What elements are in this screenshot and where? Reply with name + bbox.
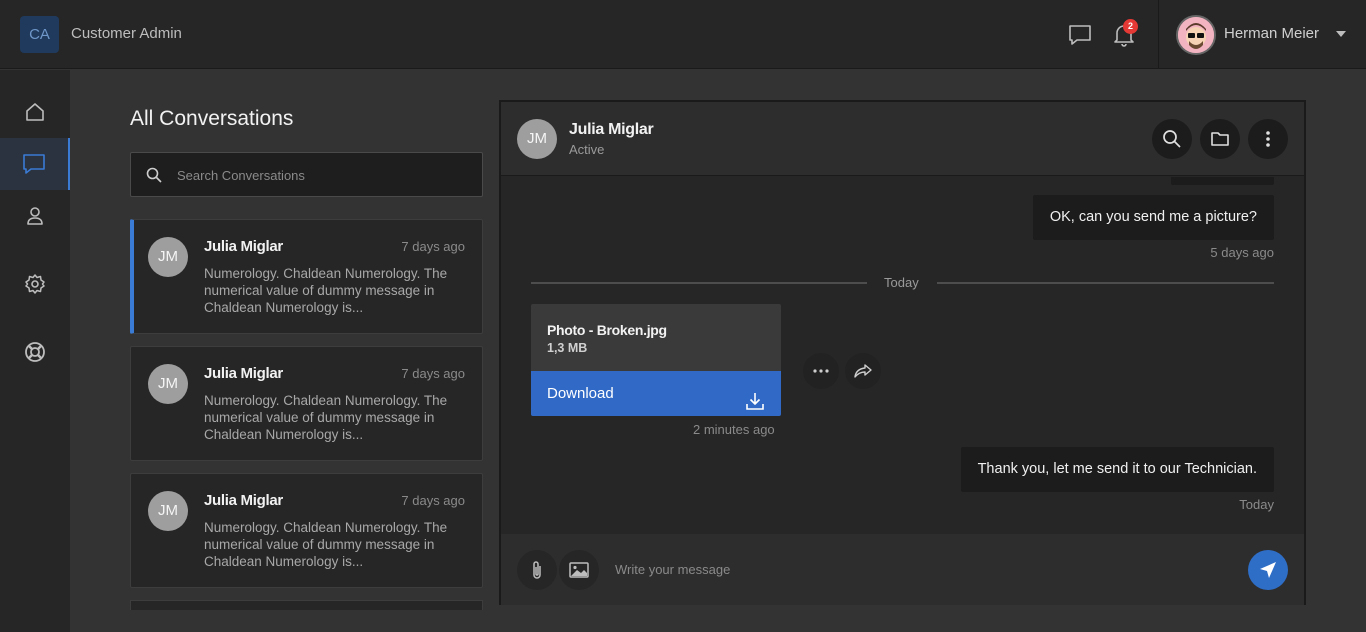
chat-panel: JM Julia Miglar Active OK, can you send … (499, 100, 1306, 605)
day-separator: Today (884, 275, 919, 290)
download-icon (745, 384, 765, 416)
page-title: All Conversations (130, 107, 294, 130)
file-size: 1,3 MB (547, 341, 588, 355)
message-options-button[interactable] (803, 353, 839, 389)
sidebar (0, 70, 70, 632)
paperclip-icon (533, 561, 541, 579)
conversation-snippet: Numerology. Chaldean Numerology. The num… (204, 266, 448, 315)
lifebuoy-icon (25, 342, 45, 362)
avatar: JM (148, 364, 188, 404)
contact-status: Active (569, 142, 605, 157)
chat-header: JM Julia Miglar Active (501, 102, 1304, 176)
conversation-item[interactable]: JM Julia Miglar 7 days ago Numerology. C… (130, 219, 483, 334)
more-horizontal-icon (813, 369, 829, 373)
app-logo[interactable]: CA (20, 16, 59, 53)
search-icon (146, 167, 162, 188)
share-icon (854, 364, 872, 378)
send-icon (1260, 562, 1276, 578)
conversation-item[interactable]: JM Julia Miglar 7 days ago Numerology. C… (130, 473, 483, 588)
avatar: JM (148, 491, 188, 531)
message-time: Today (1239, 497, 1274, 512)
sidebar-item-conversations[interactable] (0, 138, 70, 190)
message-bubble: Thank you, let me send it to our Technic… (960, 447, 1274, 492)
conversation-time: 7 days ago (401, 493, 465, 508)
conversation-time: 7 days ago (401, 366, 465, 381)
file-name: Photo - Broken.jpg (547, 322, 667, 338)
avatar: JM (148, 237, 188, 277)
forward-button[interactable] (845, 353, 881, 389)
home-icon (26, 103, 44, 121)
divider (937, 282, 1274, 284)
message-time: 5 days ago (1210, 245, 1274, 260)
conversation-name: Julia Miglar (204, 365, 283, 382)
conversation-item[interactable]: JM Julia Miglar 7 days ago Numerology. C… (130, 346, 483, 461)
chevron-down-icon[interactable] (1336, 31, 1346, 37)
files-button[interactable] (1200, 119, 1240, 159)
image-icon (569, 562, 589, 578)
app-title: Customer Admin (71, 25, 182, 42)
download-button[interactable]: Download (531, 371, 781, 416)
message-time: 2 minutes ago (693, 422, 775, 437)
chat-icon (23, 154, 45, 174)
message-bubble (1171, 177, 1274, 185)
conversation-snippet: Numerology. Chaldean Numerology. The num… (204, 393, 448, 442)
search-box[interactable] (130, 152, 483, 197)
user-icon (27, 207, 43, 225)
avatar: JM (517, 119, 557, 159)
conversation-item[interactable] (130, 600, 483, 610)
search-icon (1163, 130, 1181, 148)
conversation-time: 7 days ago (401, 239, 465, 254)
file-attachment: Photo - Broken.jpg 1,3 MB Download (531, 304, 781, 416)
more-options-button[interactable] (1248, 119, 1288, 159)
attach-button[interactable] (517, 550, 557, 590)
conversation-name: Julia Miglar (204, 238, 283, 255)
notification-badge: 2 (1123, 19, 1138, 34)
messages-icon[interactable] (1068, 24, 1092, 46)
top-bar: CA Customer Admin 2 Herman Meier (0, 0, 1366, 69)
divider (531, 282, 867, 284)
message-bubble: OK, can you send me a picture? (1032, 195, 1274, 240)
search-button[interactable] (1152, 119, 1192, 159)
send-button[interactable] (1248, 550, 1288, 590)
search-input[interactable] (177, 165, 467, 185)
more-vertical-icon (1266, 131, 1270, 147)
sidebar-item-home[interactable] (0, 86, 70, 138)
topbar-divider (1158, 0, 1159, 69)
gear-icon (25, 274, 45, 294)
download-label: Download (547, 385, 614, 402)
contact-name: Julia Miglar (569, 121, 654, 138)
message-input[interactable] (615, 559, 1215, 579)
avatar[interactable] (1176, 15, 1216, 55)
sidebar-item-profile[interactable] (0, 190, 70, 242)
message-list: OK, can you send me a picture? 5 days ag… (501, 177, 1304, 532)
folder-icon (1211, 132, 1229, 146)
image-button[interactable] (559, 550, 599, 590)
message-composer (501, 534, 1304, 605)
conversation-snippet: Numerology. Chaldean Numerology. The num… (204, 520, 448, 569)
user-name[interactable]: Herman Meier (1224, 25, 1319, 42)
sidebar-item-settings[interactable] (0, 258, 70, 310)
sidebar-item-support[interactable] (0, 326, 70, 378)
conversation-name: Julia Miglar (204, 492, 283, 509)
